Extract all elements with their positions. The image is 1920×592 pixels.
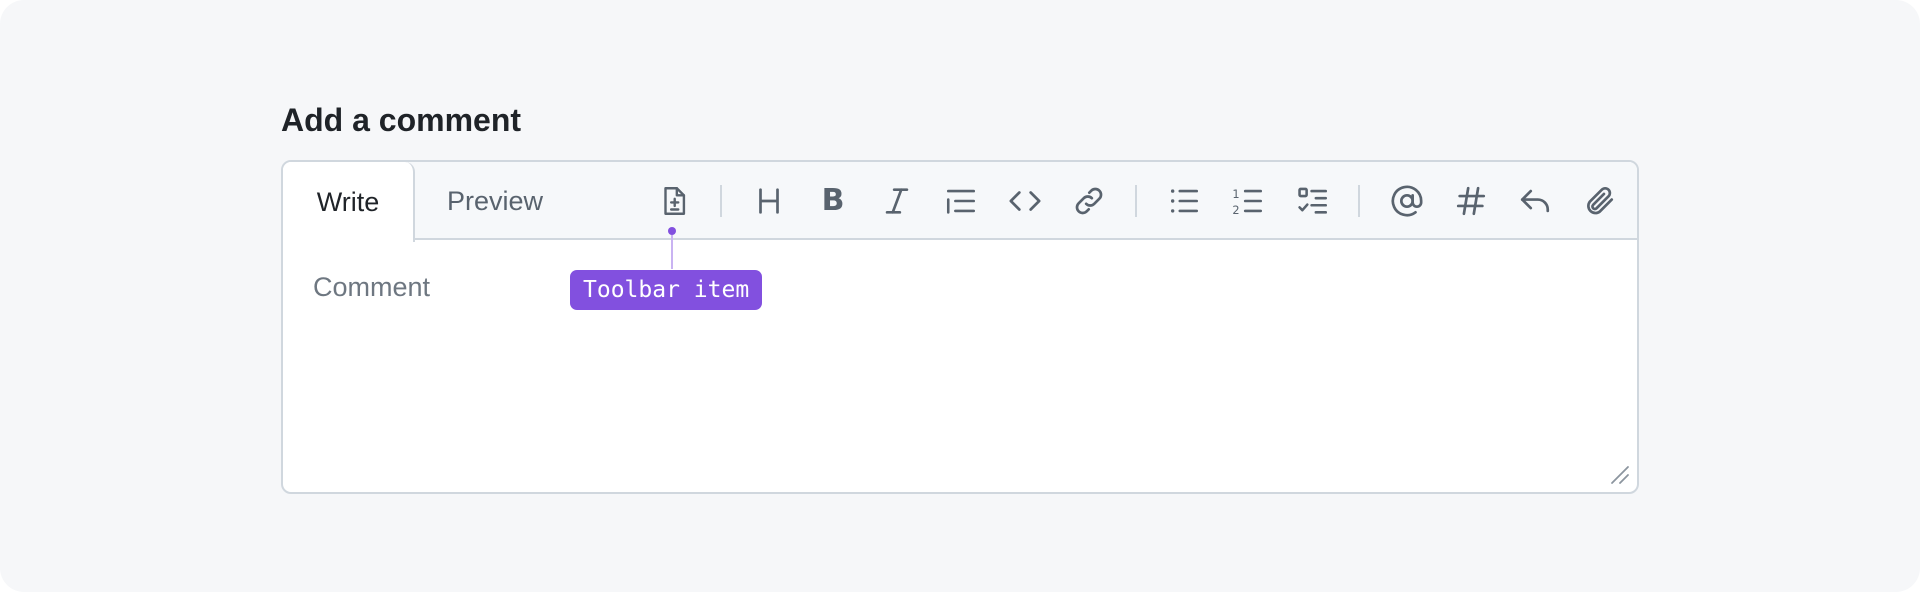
toolbar-item-annotation-label: Toolbar item — [570, 270, 763, 310]
editor-header: Write Preview B 1 2 — [283, 162, 1637, 242]
reply-icon[interactable] — [1515, 181, 1555, 221]
unordered-list-icon[interactable] — [1164, 181, 1204, 221]
annotation-dot — [668, 227, 676, 235]
toolbar-divider — [720, 185, 722, 217]
tab-write[interactable]: Write — [283, 162, 415, 242]
mention-icon[interactable] — [1387, 181, 1427, 221]
ordered-list-icon[interactable]: 1 2 — [1228, 181, 1268, 221]
ordered-list-number: 2 — [1232, 203, 1239, 217]
bold-icon-glyph: B — [821, 183, 845, 218]
ordered-list-number: 1 — [1232, 187, 1239, 201]
annotation-connector — [671, 235, 673, 269]
tab-preview[interactable]: Preview — [447, 162, 543, 240]
toolbar-divider — [1135, 185, 1137, 217]
italic-icon[interactable] — [877, 181, 917, 221]
bold-icon[interactable]: B — [813, 181, 853, 221]
reference-icon[interactable] — [1451, 181, 1491, 221]
comment-editor: Write Preview B 1 2 Comment — [281, 160, 1639, 494]
toolbar-divider — [1358, 185, 1360, 217]
file-diff-icon[interactable] — [654, 181, 694, 221]
paperclip-icon[interactable] — [1579, 181, 1619, 221]
resize-handle-icon[interactable] — [1609, 464, 1631, 486]
comment-input[interactable] — [313, 272, 1607, 462]
page-background: Add a comment Write Preview B 1 2 Commen… — [0, 0, 1920, 592]
quote-icon[interactable] — [941, 181, 981, 221]
heading-icon[interactable] — [749, 181, 789, 221]
page-title: Add a comment — [281, 102, 522, 138]
link-icon[interactable] — [1069, 181, 1109, 221]
code-icon[interactable] — [1005, 181, 1045, 221]
tasklist-icon[interactable] — [1293, 181, 1333, 221]
